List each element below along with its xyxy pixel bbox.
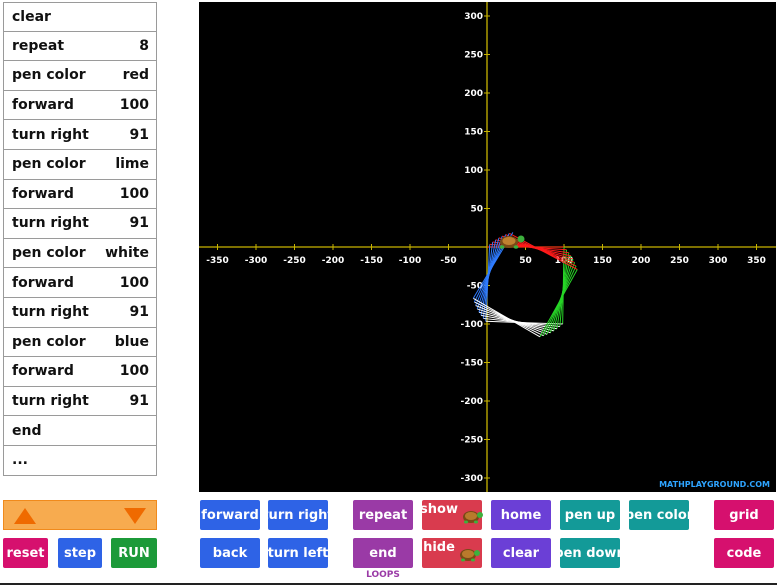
x-tick-label: 250 (670, 256, 689, 266)
x-tick-label: -250 (283, 256, 306, 266)
command-value: lime (115, 156, 149, 173)
turn-right-button[interactable]: turn right (262, 500, 334, 530)
grid-button[interactable]: grid (714, 500, 774, 530)
command-value: 91 (129, 126, 149, 143)
show-label: show (420, 501, 458, 517)
program-row[interactable]: pen color red (3, 61, 157, 91)
y-tick-label: 50 (470, 205, 483, 215)
command-label: turn right (12, 304, 89, 321)
program-row[interactable]: forward 100 (3, 268, 157, 298)
y-tick-label: 300 (464, 12, 483, 22)
y-tick-label: -150 (460, 359, 483, 369)
x-tick-label: 50 (519, 256, 532, 266)
y-tick-label: -200 (460, 397, 483, 407)
show-turtle-button[interactable]: show (420, 500, 483, 530)
command-value: 91 (129, 304, 149, 321)
turn-left-button[interactable]: turn left (268, 538, 328, 568)
y-tick-label: -100 (460, 320, 483, 330)
command-value: 8 (139, 37, 149, 54)
x-tick-label: 350 (747, 256, 766, 266)
y-tick-label: -300 (460, 474, 483, 484)
pen-color-button[interactable]: pen color (625, 500, 693, 530)
watermark: MATHPLAYGROUND.COM (659, 480, 770, 489)
turtle-canvas: -350 -300 -250 -200 -150 -100 -50 50 100 150 200 25… (199, 2, 776, 492)
forward-button[interactable]: forward (200, 500, 260, 530)
command-value: 100 (119, 185, 149, 202)
command-value: blue (114, 333, 149, 350)
arrow-up-icon[interactable] (14, 508, 36, 524)
program-row[interactable]: clear (3, 2, 157, 32)
program-row[interactable]: forward 100 (3, 90, 157, 121)
run-button[interactable]: RUN (111, 538, 157, 568)
program-row[interactable]: end (3, 416, 157, 446)
x-tick-label: -50 (440, 256, 456, 266)
command-value: 100 (119, 363, 149, 380)
command-label: pen color (12, 156, 86, 173)
code-button[interactable]: code (714, 538, 774, 568)
x-tick-label: -350 (206, 256, 229, 266)
command-label: forward (12, 97, 74, 114)
x-tick-label: -150 (360, 256, 383, 266)
hide-turtle-button[interactable]: hide (422, 538, 482, 568)
command-label: turn right (12, 215, 89, 232)
program-row[interactable]: forward 100 (3, 357, 157, 387)
y-tick-label: 200 (464, 89, 483, 99)
command-value: red (122, 67, 149, 84)
arrow-down-icon[interactable] (124, 508, 146, 524)
program-row[interactable]: turn right 91 (3, 386, 157, 417)
back-button[interactable]: back (200, 538, 260, 568)
y-tick-label: 150 (464, 128, 483, 138)
pen-up-button[interactable]: pen up (560, 500, 620, 530)
command-label: turn right (12, 126, 89, 143)
x-tick-label: -200 (322, 256, 345, 266)
command-label: forward (12, 363, 74, 380)
turtle-icon (462, 511, 483, 524)
repeat-button[interactable]: repeat (353, 500, 413, 530)
hide-label: hide (423, 539, 455, 555)
y-tick-label: -250 (460, 436, 483, 446)
clear-button[interactable]: clear (491, 538, 551, 568)
command-label: forward (12, 185, 74, 202)
turtle-icon (459, 549, 480, 562)
y-tick-label: 250 (464, 51, 483, 61)
home-button[interactable]: home (491, 500, 551, 530)
x-tick-label: 200 (632, 256, 651, 266)
step-button[interactable]: step (58, 538, 102, 568)
program-row[interactable]: turn right 91 (3, 209, 157, 239)
program-row[interactable]: ... (3, 445, 157, 476)
command-label: clear (12, 8, 51, 25)
pen-down-button[interactable]: pen down (554, 538, 626, 568)
program-row[interactable]: forward 100 (3, 179, 157, 210)
command-label: pen color (12, 245, 86, 262)
command-value: 91 (129, 215, 149, 232)
program-row[interactable]: repeat 8 (3, 31, 157, 62)
program-row[interactable]: turn right 91 (3, 297, 157, 328)
x-tick-label: -100 (399, 256, 422, 266)
program-row[interactable]: pen color blue (3, 327, 157, 358)
x-tick-label: -300 (245, 256, 268, 266)
command-label: pen color (12, 67, 86, 84)
command-label: repeat (12, 37, 65, 54)
x-tick-label: 300 (709, 256, 728, 266)
program-list: clear repeat 8 pen color red forward 100 turn r… (3, 2, 157, 476)
program-row[interactable]: pen color white (3, 238, 157, 269)
command-label: turn right (12, 393, 89, 410)
command-label: ... (12, 452, 28, 469)
command-value: 100 (119, 274, 149, 291)
command-label: end (12, 422, 42, 439)
command-value: 91 (129, 393, 149, 410)
x-tick-label: 150 (593, 256, 612, 266)
program-row[interactable]: pen color lime (3, 149, 157, 180)
y-tick-label: 100 (464, 166, 483, 176)
turtle-plot: -350 -300 -250 -200 -150 -100 -50 50 100 150 200 25… (199, 2, 776, 492)
end-button[interactable]: end (353, 538, 413, 568)
command-value: white (105, 245, 149, 262)
command-label: forward (12, 274, 74, 291)
scroll-arrows-bar (3, 500, 157, 530)
loops-label: LOOPS (366, 570, 400, 580)
command-value: 100 (119, 97, 149, 114)
command-label: pen color (12, 333, 86, 350)
program-row[interactable]: turn right 91 (3, 120, 157, 150)
reset-button[interactable]: reset (3, 538, 48, 568)
